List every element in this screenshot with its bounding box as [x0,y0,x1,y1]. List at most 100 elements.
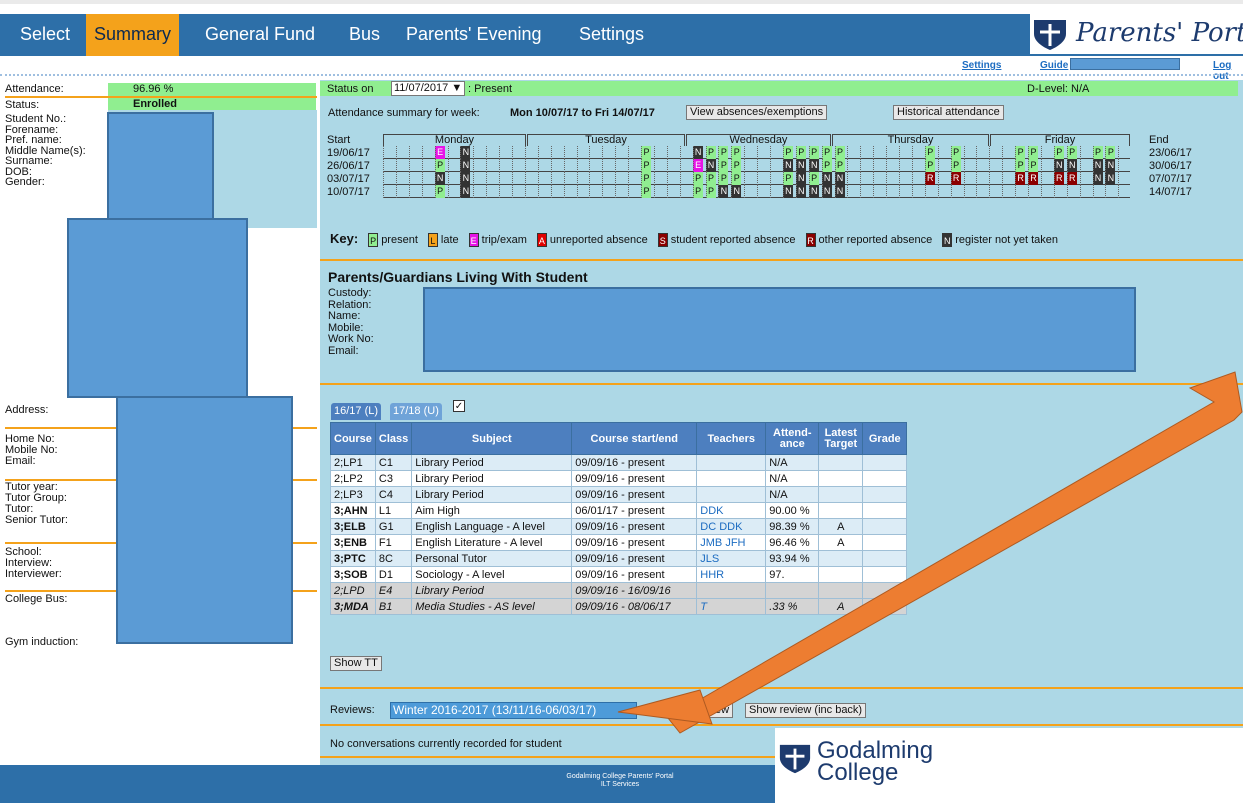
attendance-slot [383,172,393,185]
attendance-slot [1079,159,1090,172]
attendance-slot [679,159,690,172]
attendance-label: Attendance: [5,83,64,95]
settings-link[interactable]: Settings [962,60,1001,71]
nav-select[interactable]: Select [12,14,78,56]
attendance-summary-label: Attendance summary for week: [328,107,480,119]
attendance-slot [1040,172,1051,185]
attendance-slot [537,185,548,198]
view-absences-button[interactable]: View absences/exemptions [686,105,828,120]
cell-subject: Sociology - A level [411,566,573,583]
attendance-slot [576,185,587,198]
show-review-inc-back-button[interactable]: Show review (inc back) [745,703,867,718]
table-row: 3;ELB G1 English Language - A level 09/09/1… [330,518,908,535]
cell-grade [862,534,908,551]
attendance-slot [421,159,432,172]
historical-attendance-button[interactable]: Historical attendance [893,105,1004,120]
attendance-slot [383,185,393,198]
nav-parents-evening[interactable]: Parents' Evening [398,14,550,56]
attendance-mark: N [795,159,806,172]
attendance-slot [1002,172,1012,185]
cell-class: C3 [374,470,413,487]
attendance-slot [911,146,922,159]
attendance-slot [421,146,432,159]
cell-teachers[interactable]: DDK [696,502,767,519]
logout-link[interactable]: Log out [1213,60,1243,82]
key-label: present [381,234,418,246]
cell-attendance: 98.39 % [765,518,820,535]
show-review-button[interactable]: how review [670,703,734,718]
attendance-mark: N [834,172,845,185]
attendance-mark: R [950,172,961,185]
nav-general-fund[interactable]: General Fund [197,14,323,56]
cell-teachers[interactable]: HHR [696,566,767,583]
attendance-slot [911,185,922,198]
cell-subject: English Literature - A level [411,534,573,551]
attendance-mark: P [1092,146,1103,159]
attendance-slot [963,159,974,172]
attendance-slot [989,146,999,159]
guardian-details-redacted [423,287,1136,372]
attendance-mark: P [1053,146,1064,159]
attendance-mark: P [692,172,703,185]
attendance-mark: P [692,185,703,198]
attendance-mark: E [434,146,445,159]
show-all-checkbox[interactable]: ✓ [453,400,465,412]
cell-teachers[interactable]: T [696,598,767,615]
attendance-slot [770,185,780,198]
attendance-mark: P [834,159,845,172]
nav-summary[interactable]: Summary [86,14,180,56]
attendance-slot [666,146,677,159]
logo-text: Godalming College [817,739,933,785]
day-header: Friday [990,134,1130,146]
attendance-slot [860,172,870,185]
cell-teachers[interactable]: JLS [696,550,767,567]
table-row: 3;AHN L1 Aim High 06/01/17 - present DDK 90.0… [330,502,908,519]
attendance-mark: R [924,172,935,185]
brand-title: Parents' Portal [1076,18,1243,48]
guide-link[interactable]: Guide [1040,60,1068,71]
cell-teachers[interactable]: JMB JFH [696,534,767,551]
attendance-slot [537,172,548,185]
reviews-select[interactable]: Winter 2016-2017 (13/11/16-06/03/17) [390,702,637,719]
cell-subject: Aim High [411,502,573,519]
student-field-label: Gender: [5,176,45,188]
nav-settings[interactable]: Settings [571,14,652,56]
attendance-mark: N [1092,159,1103,172]
attendance-week-row: PNPENPPNNNPPPPPPNNNN [383,159,1130,172]
attendance-mark: R [1015,172,1026,185]
attendance-mark: P [834,146,845,159]
attendance-slot [757,159,767,172]
nav-bus[interactable]: Bus [341,14,388,56]
divider [320,687,1243,689]
attendance-slot [1079,146,1090,159]
reviews-label: Reviews: [330,704,375,716]
attendance-mark: P [1105,146,1116,159]
attendance-slot [602,185,612,198]
status-date-select[interactable]: 11/07/2017 ▼ [391,81,466,96]
attendance-slot [989,159,999,172]
cell-dates: 06/01/17 - present [571,502,698,519]
cell-dates: 09/09/16 - present [571,486,698,503]
attendance-slot [873,159,883,172]
cell-target [818,486,864,503]
attendance-mark: N [821,185,832,198]
attendance-slot [499,146,509,159]
tab-17-18[interactable]: 17/18 (U) [390,403,442,420]
cell-teachers[interactable]: DC DDK [696,518,767,535]
attendance-slot [1066,185,1077,198]
key-label: student reported absence [670,234,796,246]
attendance-slot [757,185,767,198]
cell-attendance: 90.00 % [765,502,820,519]
attendance-mark: R [1028,172,1038,185]
attendance-slot [408,172,419,185]
tab-16-17[interactable]: 16/17 (L) [331,403,382,420]
cell-dates: 09/09/16 - 08/06/17 [571,598,698,615]
attendance-slot [873,146,883,159]
attendance-slot [550,159,561,172]
guardians-title: Parents/Guardians Living With Student [328,269,588,285]
grid-start-label: Start [327,134,351,146]
key-swatch: P [368,233,379,248]
table-row: 2;LPD E4 Library Period 09/09/16 - 16/09/16 [330,582,908,599]
key-label: unreported absence [549,234,648,246]
show-tt-button[interactable]: Show TT [330,656,382,671]
